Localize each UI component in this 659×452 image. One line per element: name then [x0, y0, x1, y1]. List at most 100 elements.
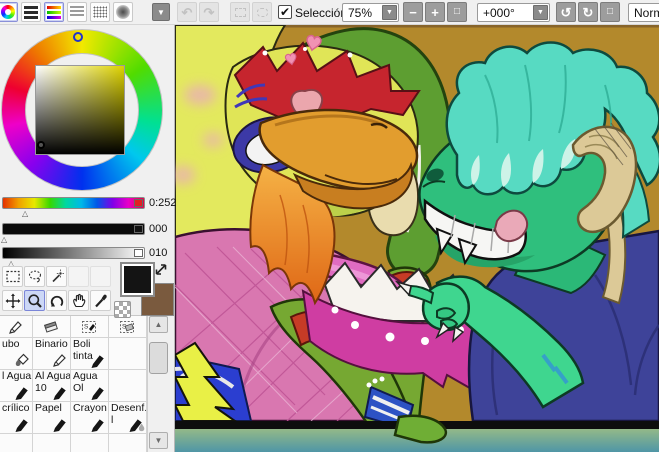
hue-value: 0:252: [149, 197, 177, 209]
painttool-sai-window: { "toolbar": { "selection": { "label": "…: [0, 0, 659, 452]
pen-icon: [91, 354, 105, 369]
brush-agua-ol[interactable]: Agua Ol: [71, 370, 109, 402]
brush-pen[interactable]: [0, 316, 33, 338]
saturation-slider[interactable]: [2, 223, 145, 235]
brush-empty-1[interactable]: [109, 338, 147, 370]
canvas-artwork[interactable]: [164, 24, 659, 452]
hue-slider-marker[interactable]: △: [22, 210, 28, 218]
brush-empty-3[interactable]: [0, 434, 33, 452]
toolbar-dropdown-button[interactable]: ▼: [152, 3, 170, 21]
brush-empty-6[interactable]: [109, 434, 147, 452]
rgb-sliders-panel-button[interactable]: [44, 2, 64, 22]
scratchpad-panel-button[interactable]: [113, 2, 133, 22]
hue-marker[interactable]: [73, 32, 83, 42]
zoom-level-combobox[interactable]: 75% ▼: [342, 3, 399, 22]
brush-scrollbar[interactable]: ▲ ▼: [147, 315, 169, 452]
brush-empty-2[interactable]: [109, 370, 147, 402]
reset-square-icon: □: [453, 6, 461, 17]
zoom-reset-button[interactable]: □: [447, 2, 467, 22]
tool-zoom[interactable]: [24, 290, 45, 311]
scroll-up-button[interactable]: ▲: [149, 316, 168, 333]
scratchpad-icon: [116, 5, 130, 19]
blend-mode-value: Normal: [634, 5, 659, 20]
brush-al-agua-10[interactable]: Al Agua 10: [33, 370, 71, 402]
deselect-button[interactable]: [230, 2, 250, 22]
blend-mode-combobox[interactable]: Normal: [628, 3, 659, 22]
rotation-angle-value: +000°: [483, 5, 515, 20]
value-slider-cap: [134, 249, 143, 257]
minus-icon: −: [409, 4, 417, 20]
tool-rotate-view[interactable]: [46, 290, 67, 311]
lasso-icon: [28, 270, 41, 283]
hue-slider-cap: [134, 199, 143, 207]
color-wheel[interactable]: [1, 29, 163, 191]
selection-checkbox[interactable]: ✔: [278, 5, 292, 19]
sv-marker[interactable]: [37, 141, 45, 149]
eraser-icon: [44, 320, 58, 333]
brush-boli-tinta[interactable]: Boli tinta: [71, 338, 109, 370]
undo-button[interactable]: ↶: [177, 2, 197, 22]
color-wheel-icon: [1, 5, 15, 19]
brush-icon: [15, 418, 29, 433]
tool-empty-slot-2[interactable]: [90, 266, 111, 287]
scroll-down-button[interactable]: ▼: [149, 432, 168, 449]
hue-slider[interactable]: [2, 197, 145, 209]
brush-binario[interactable]: Binario: [33, 338, 71, 370]
brush-papel[interactable]: Papel: [33, 402, 71, 434]
transform-button[interactable]: [252, 2, 272, 22]
brush-acrilico[interactable]: crílico: [0, 402, 33, 434]
left-panel: △ 0:252 △ 000 △ 010 ubo Binario Boli tin…: [0, 25, 177, 452]
gray-sliders-icon: [24, 5, 38, 19]
brush-cubo[interactable]: ubo: [0, 338, 33, 370]
brush-desenfoque[interactable]: Desenf. l: [109, 402, 147, 434]
swatch-grid-panel-button[interactable]: [90, 2, 110, 22]
brush-al-agua[interactable]: l Agua: [0, 370, 33, 402]
swap-colors-icon[interactable]: [153, 261, 169, 277]
brush-empty-5[interactable]: [71, 434, 109, 452]
brush-selection-pen[interactable]: [71, 316, 109, 338]
rotate-reset-button[interactable]: □: [600, 2, 620, 22]
gray-sliders-panel-button[interactable]: [21, 2, 41, 22]
tool-lasso[interactable]: [24, 266, 45, 287]
tool-magic-wand[interactable]: [46, 266, 67, 287]
tool-empty-slot-1[interactable]: [68, 266, 89, 287]
saturation-slider-marker[interactable]: △: [1, 236, 7, 244]
brush-icon: [91, 418, 105, 433]
scroll-thumb[interactable]: [149, 342, 168, 374]
rotate-cw-button[interactable]: ↻: [578, 2, 598, 22]
rotate-view-icon: [49, 295, 63, 307]
rotate-ccw-button[interactable]: ↺: [556, 2, 576, 22]
swatch-list-icon: [70, 6, 84, 18]
brush-eraser[interactable]: [33, 316, 71, 338]
swatch-list-panel-button[interactable]: [67, 2, 87, 22]
top-toolbar: ▼ ↶ ↷ ✔ Selección 75% ▼ − + □ +000° ▼ ↺ …: [0, 0, 659, 25]
transparent-color-button[interactable]: [114, 301, 131, 318]
redo-button[interactable]: ↷: [199, 2, 219, 22]
zoom-out-button[interactable]: −: [403, 2, 423, 22]
rotation-angle-combobox[interactable]: +000° ▼: [477, 3, 550, 22]
tool-eyedropper[interactable]: [90, 290, 111, 311]
saturation-value-square[interactable]: [35, 65, 125, 155]
redo-icon: ↷: [203, 4, 215, 20]
zoom-in-button[interactable]: +: [425, 2, 445, 22]
brush-icon: [15, 386, 29, 401]
checkmark-icon: ✔: [279, 5, 291, 19]
angle-dropdown-arrow-icon[interactable]: ▼: [533, 5, 548, 20]
brush-selection-eraser[interactable]: [109, 316, 147, 338]
magic-wand-icon: [51, 268, 65, 283]
value-slider[interactable]: [2, 247, 145, 259]
brush-icon: [91, 386, 105, 401]
brush-icon: [53, 386, 67, 401]
foreground-color-swatch[interactable]: [120, 262, 155, 297]
tool-move[interactable]: [2, 290, 23, 311]
canvas-viewport[interactable]: [164, 24, 659, 452]
selection-pen-icon: [82, 320, 96, 333]
brush-empty-4[interactable]: [33, 434, 71, 452]
swatch-grid-icon: [93, 6, 107, 18]
tool-hand[interactable]: [68, 290, 89, 311]
tool-rect-select[interactable]: [2, 266, 23, 287]
zoom-dropdown-arrow-icon[interactable]: ▼: [382, 5, 397, 20]
droplet-icon: [138, 423, 145, 432]
color-wheel-panel-button[interactable]: [0, 2, 18, 22]
brush-crayon[interactable]: Crayon: [71, 402, 109, 434]
